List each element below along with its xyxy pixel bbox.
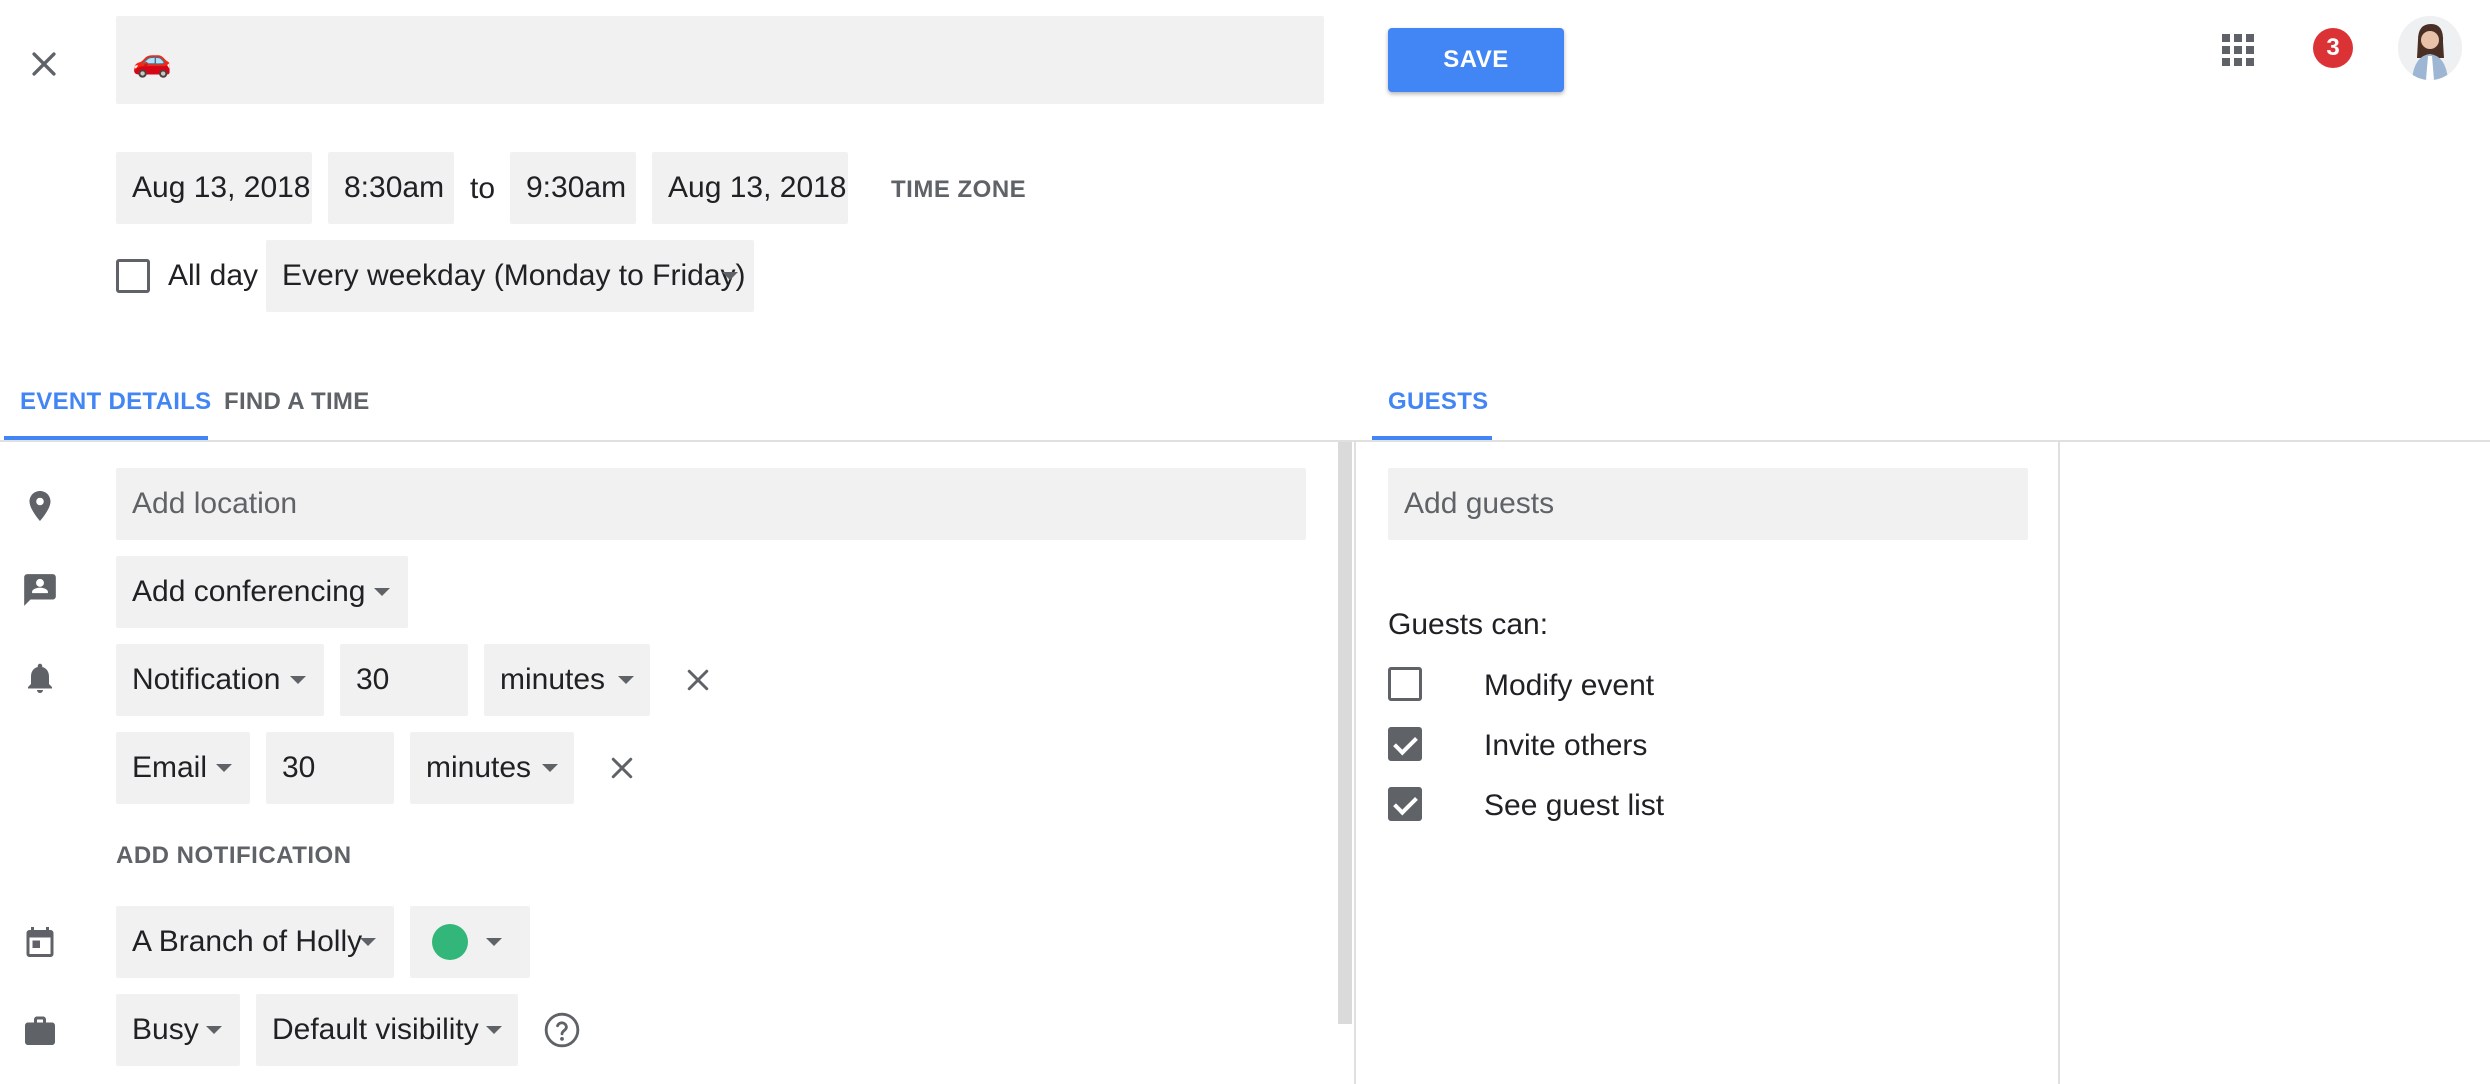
calendar-icon: [16, 918, 64, 966]
guests-can-label: Guests can:: [1388, 608, 1549, 641]
notification-amount-input[interactable]: 30: [266, 732, 394, 804]
chevron-down-icon: [486, 938, 502, 946]
notification-unit-dropdown[interactable]: minutes: [410, 732, 574, 804]
details-scrollbar[interactable]: [1338, 442, 1352, 1024]
notification-unit-text: minutes: [500, 663, 606, 696]
start-date-field[interactable]: Aug 13, 2018: [116, 152, 312, 224]
modify-event-checkbox[interactable]: [1388, 667, 1422, 701]
end-date-text: Aug 13, 2018: [668, 171, 847, 204]
notification-amount-text: 30: [356, 663, 390, 696]
all-day-checkbox[interactable]: [116, 259, 150, 293]
guests-panel-divider: [1354, 442, 1356, 1084]
visibility-dropdown[interactable]: Default visibility: [256, 994, 518, 1066]
remove-notification-icon[interactable]: [596, 742, 648, 794]
event-title-input[interactable]: 🚗: [116, 16, 1324, 104]
right-panel-divider: [2058, 442, 2060, 1084]
event-title-text: 🚗: [132, 42, 172, 78]
help-icon[interactable]: [536, 1004, 588, 1056]
tabs-divider: [0, 440, 2490, 442]
invite-others-checkbox[interactable]: [1388, 727, 1422, 761]
chevron-down-icon: [722, 272, 738, 280]
chevron-down-icon: [216, 764, 232, 772]
tab-event-details[interactable]: EVENT DETAILS: [20, 388, 211, 416]
add-guests-input[interactable]: Add guests: [1388, 468, 2028, 540]
notification-method-dropdown[interactable]: Notification: [116, 644, 324, 716]
notification-unit-text: minutes: [426, 751, 532, 784]
chevron-down-icon: [374, 588, 390, 596]
notifications-badge[interactable]: 3: [2313, 28, 2353, 68]
notification-method-text: Email: [132, 751, 208, 784]
recurrence-dropdown[interactable]: Every weekday (Monday to Friday): [266, 240, 754, 312]
tab-guests[interactable]: GUESTS: [1388, 388, 1488, 416]
start-time-field[interactable]: 8:30am: [328, 152, 454, 224]
notification-unit-dropdown[interactable]: minutes: [484, 644, 650, 716]
notification-method-dropdown[interactable]: Email: [116, 732, 250, 804]
chevron-down-icon: [486, 1026, 502, 1034]
notification-amount-input[interactable]: 30: [340, 644, 468, 716]
tab-find-a-time[interactable]: FIND A TIME: [224, 388, 370, 416]
see-guest-list-checkbox[interactable]: [1388, 787, 1422, 821]
all-day-label: All day: [168, 259, 259, 292]
bell-icon: [16, 654, 64, 702]
time-zone-button[interactable]: TIME ZONE: [891, 176, 1026, 204]
invite-others-label: Invite others: [1484, 729, 1648, 762]
see-guest-list-label: See guest list: [1484, 789, 1665, 822]
start-date-text: Aug 13, 2018: [132, 171, 311, 204]
notification-amount-text: 30: [282, 751, 316, 784]
add-guests-placeholder: Add guests: [1404, 487, 1555, 520]
modify-event-label: Modify event: [1484, 669, 1655, 702]
event-color-swatch: [432, 924, 468, 960]
conferencing-text: Add conferencing: [132, 575, 366, 608]
availability-dropdown[interactable]: Busy: [116, 994, 240, 1066]
chevron-down-icon: [360, 938, 376, 946]
chevron-down-icon: [542, 764, 558, 772]
to-label: to: [470, 172, 496, 205]
chevron-down-icon: [290, 676, 306, 684]
end-date-field[interactable]: Aug 13, 2018: [652, 152, 848, 224]
location-input[interactable]: Add location: [116, 468, 1306, 540]
chevron-down-icon: [206, 1026, 222, 1034]
notifications-count: 3: [2326, 34, 2340, 61]
calendar-dropdown[interactable]: A Branch of Holly: [116, 906, 394, 978]
recurrence-text: Every weekday (Monday to Friday): [282, 259, 746, 292]
notification-method-text: Notification: [132, 663, 281, 696]
save-button[interactable]: SAVE: [1388, 28, 1564, 92]
end-time-field[interactable]: 9:30am: [510, 152, 636, 224]
availability-text: Busy: [132, 1013, 199, 1046]
conferencing-icon: [16, 566, 64, 614]
briefcase-icon: [16, 1006, 64, 1054]
end-time-text: 9:30am: [526, 171, 627, 204]
visibility-text: Default visibility: [272, 1013, 479, 1046]
remove-notification-icon[interactable]: [672, 654, 724, 706]
close-icon[interactable]: [18, 38, 70, 90]
save-button-label: SAVE: [1443, 46, 1509, 73]
add-notification-button[interactable]: ADD NOTIFICATION: [116, 842, 352, 870]
calendar-text: A Branch of Holly: [132, 925, 363, 958]
chevron-down-icon: [618, 676, 634, 684]
conferencing-dropdown[interactable]: Add conferencing: [116, 556, 408, 628]
location-placeholder: Add location: [132, 487, 298, 520]
event-color-dropdown[interactable]: [410, 906, 530, 978]
apps-grid-icon[interactable]: [2212, 24, 2264, 76]
avatar[interactable]: [2398, 16, 2462, 80]
location-pin-icon: [16, 482, 64, 530]
start-time-text: 8:30am: [344, 171, 445, 204]
